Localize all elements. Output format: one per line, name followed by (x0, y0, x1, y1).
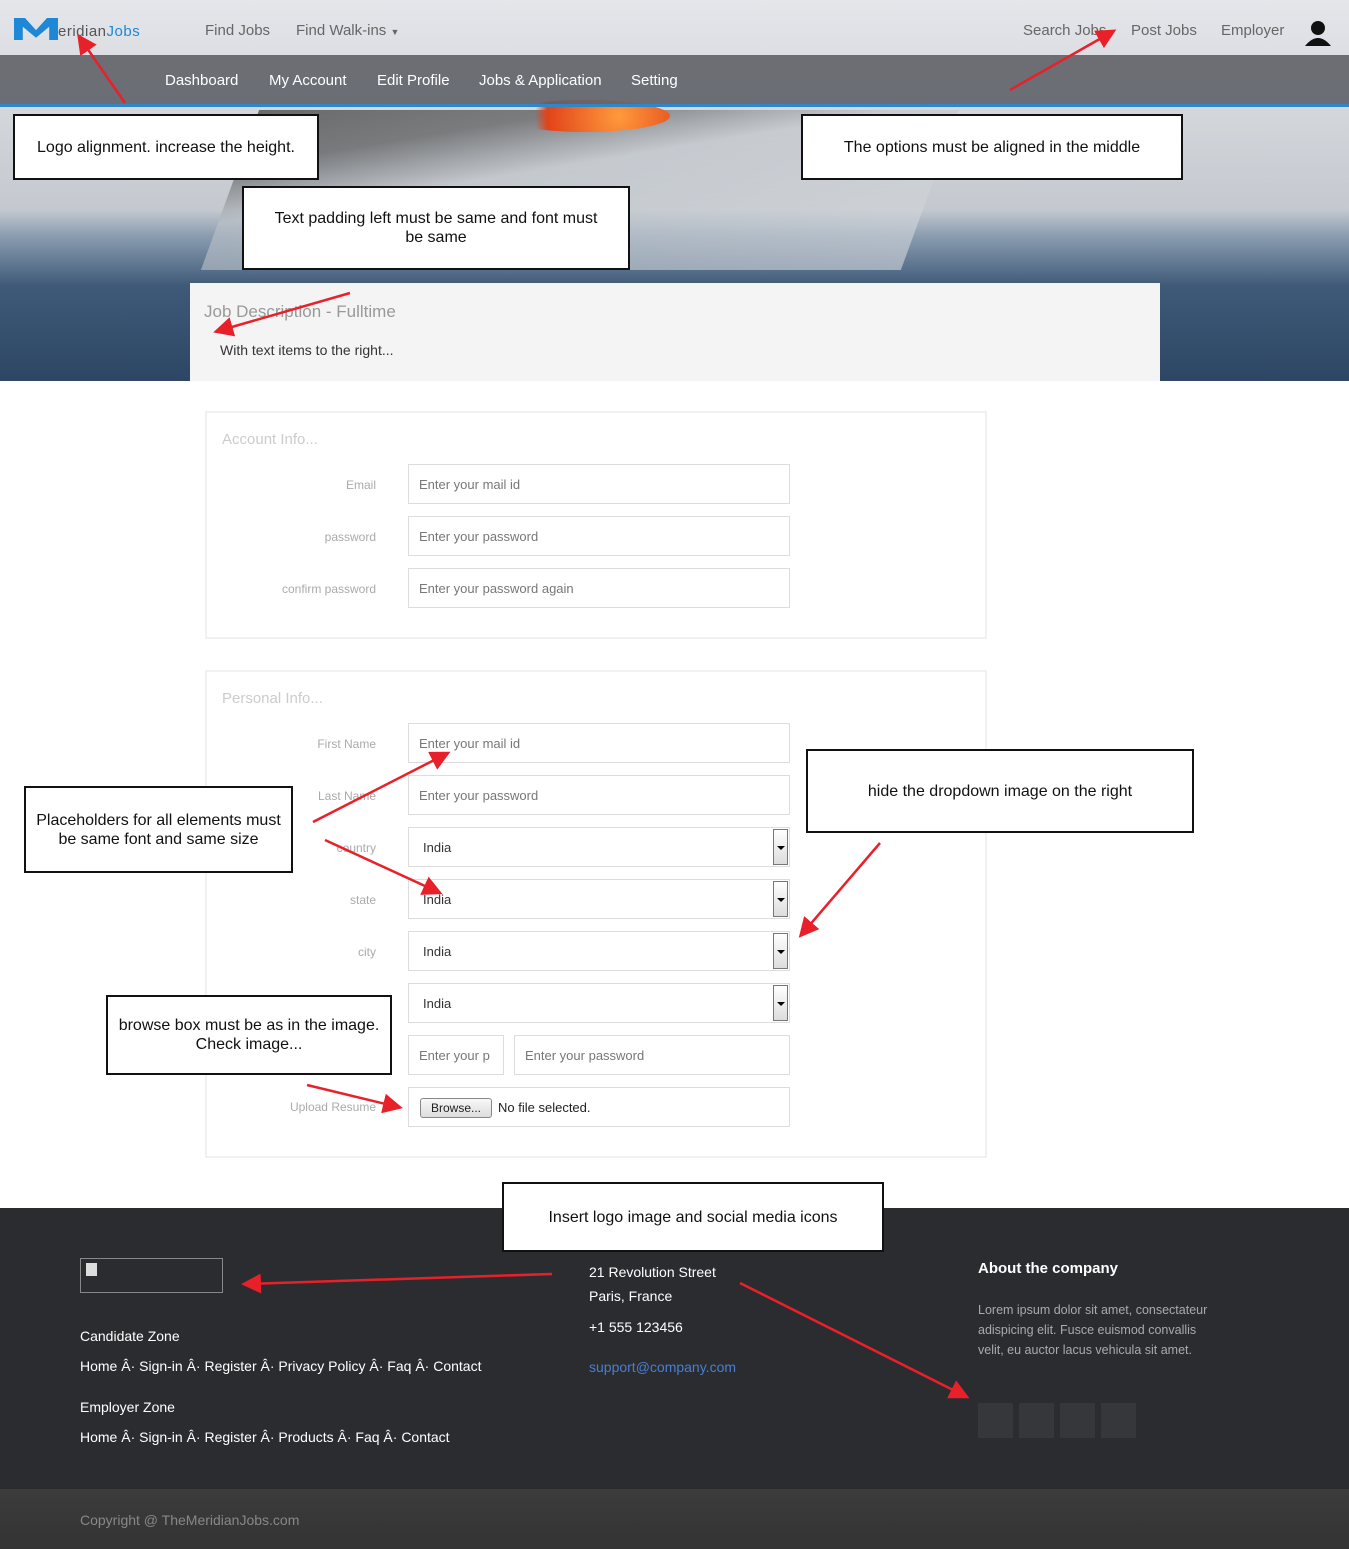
email-label: Email (345, 478, 376, 492)
copyright-bar: Copyright @ TheMeridianJobs.com (0, 1489, 1349, 1549)
nav-find-jobs[interactable]: Find Jobs (205, 22, 270, 39)
nav-label: Find Walk-ins (296, 22, 387, 39)
first-name-field[interactable]: Enter your mail id (408, 723, 790, 763)
password-label: password (324, 530, 376, 544)
address-line-2: Paris, France (589, 1288, 673, 1304)
nav-employer[interactable]: Employer (1221, 22, 1284, 39)
file-status: No file selected. (498, 1100, 591, 1115)
subnav-my-account[interactable]: My Account (269, 72, 347, 89)
panel-title: Personal Info... (222, 690, 323, 707)
social-icon-placeholder[interactable] (1019, 1403, 1054, 1438)
broken-image-icon (86, 1263, 97, 1276)
nav-search-jobs[interactable]: Search Jobs (1023, 22, 1106, 39)
nav-post-jobs[interactable]: Post Jobs (1131, 22, 1197, 39)
job-description: Job Description - Fulltime With text ite… (190, 283, 1160, 381)
annotation-note: Text padding left must be same and font … (242, 186, 630, 270)
social-icon-placeholder[interactable] (978, 1403, 1013, 1438)
country-select[interactable]: India (408, 827, 790, 867)
employer-zone-title: Employer Zone (80, 1399, 175, 1415)
resume-file-input[interactable]: Browse... No file selected. (408, 1087, 790, 1127)
upload-resume-label: Upload Resume (289, 1100, 376, 1114)
annotation-note: The options must be aligned in the middl… (801, 114, 1183, 180)
candidate-zone-title: Candidate Zone (80, 1328, 180, 1344)
extra-select[interactable]: India (408, 983, 790, 1023)
user-icon[interactable] (1304, 20, 1332, 46)
dropdown-arrow-icon[interactable] (773, 881, 788, 917)
last-name-label: Last Name (317, 789, 376, 803)
country-label: country (336, 841, 376, 855)
annotation-note: hide the dropdown image on the right (806, 749, 1194, 833)
select-value: India (423, 996, 452, 1011)
dropdown-arrow-icon[interactable] (773, 985, 788, 1021)
first-name-label: First Name (317, 737, 376, 751)
support-email-link[interactable]: support@company.com (589, 1359, 736, 1375)
copyright-text: Copyright @ TheMeridianJobs.com (80, 1512, 300, 1528)
sub-navbar: Dashboard My Account Edit Profile Jobs &… (0, 55, 1349, 107)
last-name-field[interactable]: Enter your password (408, 775, 790, 815)
social-icon-placeholder[interactable] (1060, 1403, 1095, 1438)
annotation-note: browse box must be as in the image. Chec… (106, 995, 392, 1075)
top-bar: eridianJobs Find Jobs Find Walk-ins ▼ Se… (0, 0, 1349, 55)
subnav-edit-profile[interactable]: Edit Profile (377, 72, 450, 89)
email-field[interactable]: Enter your mail id (408, 464, 790, 504)
candidate-links[interactable]: Home Â· Sign-in Â· Register Â· Privacy P… (80, 1358, 481, 1374)
annotation-note: Logo alignment. increase the height. (13, 114, 319, 180)
nav-find-walkins[interactable]: Find Walk-ins ▼ (296, 22, 399, 39)
account-info-panel: Account Info... Email Enter your mail id… (205, 411, 987, 639)
personal-info-panel: Personal Info... First Name Enter your m… (205, 670, 987, 1158)
city-label: city (358, 945, 376, 959)
dropdown-arrow-icon[interactable] (773, 933, 788, 969)
split-field-2[interactable]: Enter your password (514, 1035, 790, 1075)
subnav-dashboard[interactable]: Dashboard (165, 72, 238, 89)
annotation-note: Insert logo image and social media icons (502, 1182, 884, 1252)
browse-button[interactable]: Browse... (420, 1098, 493, 1118)
logo[interactable]: eridianJobs (14, 18, 140, 40)
job-subtitle: With text items to the right... (220, 342, 394, 358)
password-field[interactable]: Enter your password (408, 516, 790, 556)
select-value: India (423, 892, 452, 907)
state-label: state (349, 893, 376, 907)
subnav-jobs-application[interactable]: Jobs & Application (479, 72, 602, 89)
select-value: India (423, 944, 452, 959)
footer-logo-broken-image (80, 1258, 223, 1293)
confirm-password-label: confirm password (281, 582, 376, 596)
job-title: Job Description - Fulltime (204, 302, 396, 321)
about-title: About the company (978, 1260, 1119, 1277)
confirm-password-field[interactable]: Enter your password again (408, 568, 790, 608)
phone: +1 555 123456 (589, 1319, 683, 1335)
address-line-1: 21 Revolution Street (589, 1264, 716, 1280)
subnav-setting[interactable]: Setting (631, 72, 678, 89)
split-field-1[interactable]: Enter your p (408, 1035, 504, 1075)
employer-links[interactable]: Home Â· Sign-in Â· Register Â· Products … (80, 1429, 450, 1445)
state-select[interactable]: India (408, 879, 790, 919)
annotation-note: Placeholders for all elements must be sa… (24, 786, 293, 873)
select-value: India (423, 840, 452, 855)
city-select[interactable]: India (408, 931, 790, 971)
dropdown-arrow-icon[interactable] (773, 829, 788, 865)
caret-down-icon: ▼ (390, 27, 400, 37)
about-text: Lorem ipsum dolor sit amet, consectateur… (978, 1303, 1208, 1357)
social-icon-placeholder[interactable] (1101, 1403, 1136, 1438)
panel-title: Account Info... (222, 431, 318, 448)
